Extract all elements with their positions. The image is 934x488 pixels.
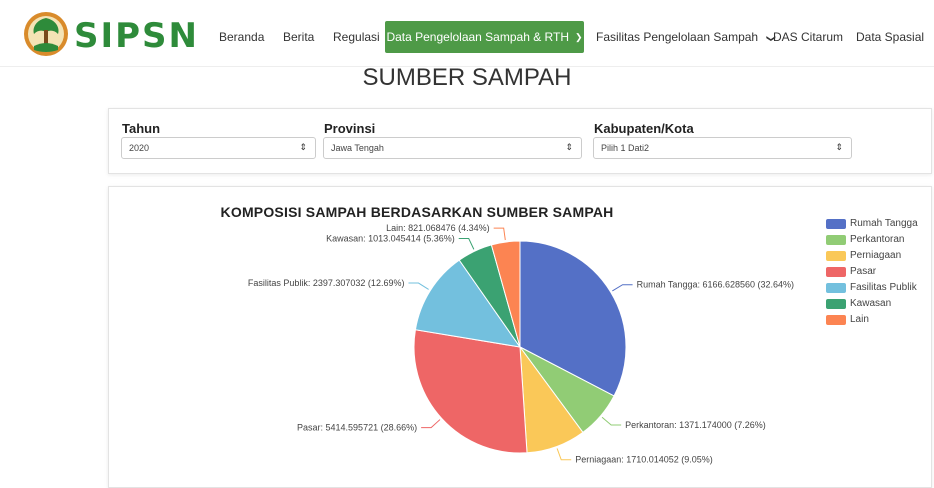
page-title: SUMBER SAMPAH xyxy=(362,64,572,91)
legend-swatch xyxy=(826,299,846,309)
pie-leader-lain xyxy=(493,227,506,241)
pie-label-kawasan: Kawasan: 1013.045414 (5.36%) xyxy=(326,234,455,244)
pie-leader-fasilitas-publik xyxy=(408,282,429,290)
select-arrows-icon: ⇕ xyxy=(835,142,843,152)
legend-label: Pasar xyxy=(850,266,877,277)
legend-swatch xyxy=(826,315,846,325)
sipsn-tree-logo-icon[interactable] xyxy=(22,10,70,58)
pie-label-perniagaan: Perniagaan: 1710.014052 (9.05%) xyxy=(575,455,713,465)
nav-data-pengelolaan-sampah[interactable]: Data Pengelolaan Sampah & RTH ❯ xyxy=(385,21,584,53)
pie-leader-perniagaan xyxy=(556,448,572,461)
pie-label-fasilitas-publik: Fasilitas Publik: 2397.307032 (12.69%) xyxy=(248,278,405,288)
legend-swatch xyxy=(826,267,846,277)
nav-data-pengelolaan-label: Data Pengelolaan Sampah & RTH xyxy=(386,30,569,44)
legend-label: Fasilitas Publik xyxy=(850,282,917,293)
legend-swatch xyxy=(826,219,846,229)
tahun-label: Tahun xyxy=(122,121,161,136)
chart-card: KOMPOSISI SAMPAH BERDASARKAN SUMBER SAMP… xyxy=(108,186,932,488)
kabupaten-value: Pilih 1 Dati2 xyxy=(601,143,650,153)
chevron-down-icon: ❯ xyxy=(575,31,583,42)
select-arrows-icon: ⇕ xyxy=(565,142,573,152)
legend-label: Kawasan xyxy=(850,298,892,309)
pie-label-rumah-tangga: Rumah Tangga: 6166.628560 (32.64%) xyxy=(637,280,794,290)
tahun-select[interactable]: 2020 ⇕ xyxy=(121,137,316,159)
filter-card: Tahun 2020 ⇕ Provinsi Jawa Tengah ⇕ Kabu… xyxy=(108,108,932,174)
legend-label: Rumah Tangga xyxy=(850,218,918,229)
provinsi-label: Provinsi xyxy=(324,121,376,136)
nav-das-citarum[interactable]: DAS Citarum xyxy=(773,30,843,44)
nav-berita[interactable]: Berita xyxy=(283,30,314,44)
legend-label: Perkantoran xyxy=(850,234,905,245)
brand-name[interactable]: SIPSN xyxy=(74,16,199,56)
kabupaten-label: Kabupaten/Kota xyxy=(594,121,694,136)
provinsi-select[interactable]: Jawa Tengah ⇕ xyxy=(323,137,582,159)
legend-label: Lain xyxy=(850,314,869,325)
tahun-value: 2020 xyxy=(129,143,150,153)
pie-leader-pasar xyxy=(421,419,441,429)
legend-swatch xyxy=(826,251,846,261)
legend-swatch xyxy=(826,235,846,245)
pie-leader-rumah-tangga xyxy=(612,284,633,292)
pie-chart: Rumah Tangga: 6166.628560 (32.64%) Perkan… xyxy=(248,223,794,465)
pie-leader-kawasan xyxy=(458,238,475,250)
pie-leader-perkantoran xyxy=(601,416,622,426)
nav-fasilitas-label: Fasilitas Pengelolaan Sampah xyxy=(596,30,759,44)
nav-fasilitas-pengelolaan[interactable]: Fasilitas Pengelolaan Sampah ❯ xyxy=(596,30,777,44)
select-arrows-icon: ⇕ xyxy=(299,142,307,152)
legend-swatch xyxy=(826,283,846,293)
kabupaten-select[interactable]: Pilih 1 Dati2 ⇕ xyxy=(593,137,852,159)
pie-slice-pasar[interactable] xyxy=(413,329,528,454)
pie-label-lain: Lain: 821.068476 (4.34%) xyxy=(386,223,490,233)
pie-label-perkantoran: Perkantoran: 1371.174000 (7.26%) xyxy=(625,420,766,430)
nav-data-spasial[interactable]: Data Spasial xyxy=(856,30,924,44)
pie-label-pasar: Pasar: 5414.595721 (28.66%) xyxy=(297,423,417,433)
navbar: SIPSN Beranda Berita Regulasi Data Penge… xyxy=(0,0,934,67)
provinsi-value: Jawa Tengah xyxy=(331,143,384,153)
nav-beranda[interactable]: Beranda xyxy=(219,30,264,44)
legend-label: Perniagaan xyxy=(850,250,902,261)
nav-regulasi[interactable]: Regulasi xyxy=(333,30,380,44)
